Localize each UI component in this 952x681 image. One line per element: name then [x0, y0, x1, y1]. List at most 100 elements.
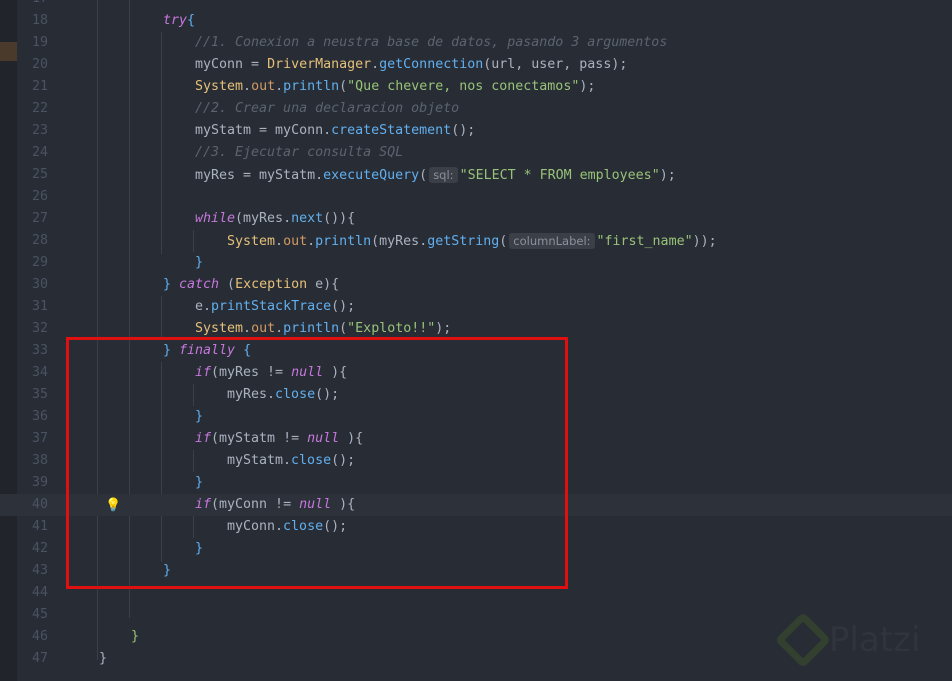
code-line[interactable]: 25 myRes = myStatm.executeQuery(sql: "SELE… — [0, 164, 952, 186]
code-token: //2. Crear una declaracion objeto — [195, 101, 460, 116]
code-line[interactable]: 28 System.out.println(myRes.getString(col… — [0, 230, 952, 252]
code-token: out — [251, 79, 276, 94]
code-line[interactable]: 24 //3. Ejecutar consulta SQL — [0, 142, 952, 164]
watermark-brand: Platzi — [829, 620, 921, 660]
code-token: "first_name" — [596, 234, 693, 249]
code-text: //3. Ejecutar consulta SQL — [195, 142, 403, 164]
line-number: 41 — [31, 519, 48, 534]
code-token: DriverManager — [267, 57, 372, 72]
code-token: next — [291, 211, 324, 226]
code-token: . — [275, 321, 284, 336]
line-number: 19 — [31, 35, 48, 50]
code-text: System.out.println(myRes.getString(colum… — [227, 230, 717, 253]
code-text: } — [131, 626, 139, 648]
code-line[interactable]: 17 — [0, 0, 952, 10]
code-line[interactable]: 20 myConn = DriverManager.getConnection(u… — [0, 54, 952, 76]
code-token: myStatm = myConn. — [195, 123, 332, 138]
code-line[interactable]: 19 //1. Conexion a neustra base de datos,… — [0, 32, 952, 54]
line-number: 25 — [31, 167, 48, 182]
code-token: (); — [451, 123, 476, 138]
code-token: ); — [579, 79, 596, 94]
code-token: println — [283, 321, 340, 336]
code-token: . — [307, 234, 316, 249]
code-token: e. — [195, 299, 212, 314]
code-token: println — [283, 79, 340, 94]
line-number: 43 — [31, 563, 48, 578]
parameter-hint: columnLabel: — [509, 233, 595, 249]
code-token: printStackTrace — [211, 299, 332, 314]
line-number: 34 — [31, 365, 48, 380]
line-number: 38 — [31, 453, 48, 468]
code-line[interactable]: 30 } catch (Exception e){ — [0, 274, 952, 296]
code-token: . — [371, 57, 380, 72]
code-token: myRes = myStatm. — [195, 168, 324, 183]
code-token: //3. Ejecutar consulta SQL — [195, 145, 404, 160]
code-line[interactable]: 26 — [0, 186, 952, 208]
code-text: //2. Crear una declaracion objeto — [195, 98, 459, 120]
code-text: myRes = myStatm.executeQuery(sql: "SELECT… — [195, 164, 676, 187]
line-number: 29 — [31, 255, 48, 270]
line-number: 30 — [31, 277, 48, 292]
code-text: e.printStackTrace(); — [195, 296, 355, 318]
code-token: ( — [219, 277, 236, 292]
line-number: 35 — [31, 387, 48, 402]
code-token: (myRes. — [235, 211, 292, 226]
code-token: )); — [692, 234, 717, 249]
line-number: 40 — [31, 497, 48, 512]
code-token: } — [131, 629, 140, 644]
platzi-watermark: Platzi — [774, 611, 921, 669]
line-number: 23 — [31, 123, 48, 138]
code-token: println — [315, 234, 372, 249]
line-number: 37 — [31, 431, 48, 446]
code-token: while — [195, 211, 236, 226]
code-text: } — [195, 252, 203, 274]
code-token: { — [187, 13, 196, 28]
line-number: 18 — [31, 13, 48, 28]
code-line[interactable]: 21 System.out.println("Que chevere, nos c… — [0, 76, 952, 98]
code-text: } catch (Exception e){ — [163, 274, 339, 296]
code-text: //1. Conexion a neustra base de datos, p… — [195, 32, 667, 54]
code-line[interactable]: 27 while(myRes.next()){ — [0, 208, 952, 230]
code-token: ); — [435, 321, 452, 336]
code-line[interactable]: 31 e.printStackTrace(); — [0, 296, 952, 318]
line-number: 31 — [31, 299, 48, 314]
code-token: } — [195, 255, 204, 270]
parameter-hint: sql: — [429, 167, 458, 183]
line-number: 28 — [31, 233, 48, 248]
code-token: System — [195, 79, 244, 94]
line-number: 47 — [31, 651, 48, 666]
code-token: } — [99, 651, 108, 666]
line-number: 24 — [31, 145, 48, 160]
code-text: myConn = DriverManager.getConnection(url… — [195, 54, 627, 76]
code-token: getString — [427, 234, 500, 249]
line-number: 32 — [31, 321, 48, 336]
platzi-logo-icon — [774, 611, 832, 669]
code-token: ( — [339, 79, 348, 94]
code-token: "Exploto!!" — [347, 321, 436, 336]
code-token: ()){ — [323, 211, 356, 226]
code-token: out — [283, 234, 308, 249]
code-token: . — [243, 79, 252, 94]
code-line[interactable]: 18 try{ — [0, 10, 952, 32]
code-token: try — [163, 13, 188, 28]
code-line[interactable]: 22 //2. Crear una declaracion objeto — [0, 98, 952, 120]
line-number: 26 — [31, 189, 48, 204]
code-token: "SELECT * FROM employees" — [459, 168, 660, 183]
code-line[interactable]: 23 myStatm = myConn.createStatement(); — [0, 120, 952, 142]
code-token: . — [275, 234, 284, 249]
line-number: 20 — [31, 57, 48, 72]
code-token: catch — [179, 277, 220, 292]
code-token: getConnection — [379, 57, 484, 72]
code-token: ( — [419, 168, 428, 183]
code-token: System — [227, 234, 276, 249]
line-number: 17 — [17, 0, 48, 10]
code-token: ( — [499, 234, 508, 249]
code-text: } — [99, 648, 107, 670]
code-token: myConn = — [195, 57, 268, 72]
line-number: 39 — [31, 475, 48, 490]
line-number: 45 — [31, 607, 48, 622]
code-token: //1. Conexion a neustra base de datos, p… — [195, 35, 668, 50]
code-token: (myRes. — [371, 234, 428, 249]
code-token: Exception — [235, 277, 308, 292]
code-line[interactable]: 29} — [0, 252, 952, 274]
